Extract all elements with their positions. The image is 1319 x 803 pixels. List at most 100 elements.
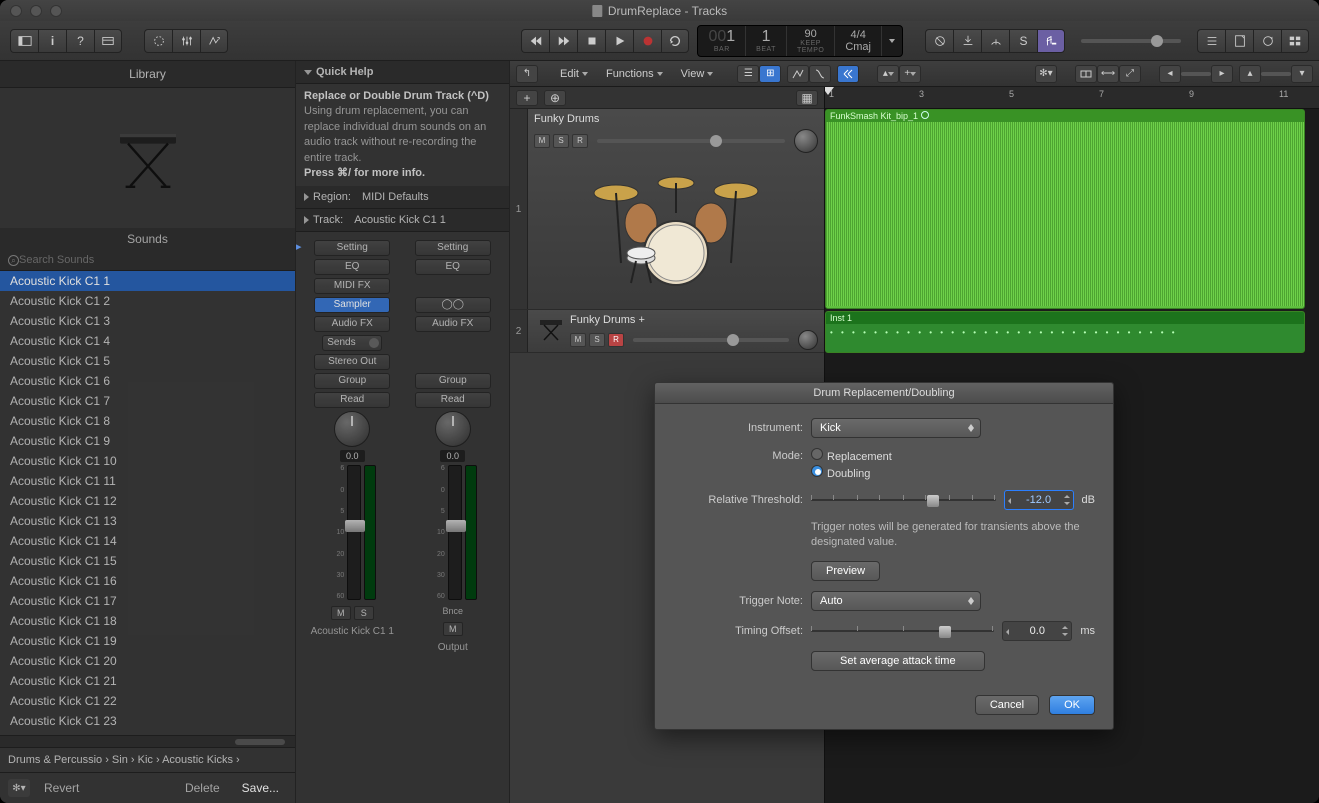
- mute-button[interactable]: M: [331, 606, 351, 620]
- audio-region[interactable]: FunkSmash Kit_bip_1: [825, 109, 1305, 309]
- minimize-window[interactable]: [30, 5, 42, 17]
- track-header-inspector[interactable]: Track: Acoustic Kick C1 1: [296, 209, 509, 232]
- back-icon[interactable]: ↰: [516, 65, 538, 83]
- settings-gear-icon[interactable]: ✻▾: [1035, 65, 1057, 83]
- sound-item[interactable]: Acoustic Kick C1 17: [0, 591, 295, 611]
- track-volume-slider[interactable]: [633, 338, 789, 342]
- output-button[interactable]: Stereo Out: [314, 354, 390, 370]
- track-pan-knob[interactable]: [794, 129, 818, 153]
- library-scrollbar[interactable]: [0, 735, 295, 747]
- replace-mode-icon[interactable]: [925, 29, 953, 53]
- vzoom-out-icon[interactable]: ▴: [1239, 65, 1261, 83]
- alt-tool-icon[interactable]: +: [899, 65, 921, 83]
- midifx-button[interactable]: MIDI FX: [314, 278, 390, 294]
- sound-item[interactable]: Acoustic Kick C1 13: [0, 511, 295, 531]
- automation-icon[interactable]: [787, 65, 809, 83]
- sound-item[interactable]: Acoustic Kick C1 23: [0, 711, 295, 731]
- preview-button[interactable]: Preview: [811, 561, 880, 581]
- setting-button[interactable]: Setting: [415, 240, 491, 256]
- mode-radio-doubling[interactable]: [811, 465, 823, 477]
- automation-button[interactable]: Read: [314, 392, 390, 408]
- sound-item[interactable]: Acoustic Kick C1 9: [0, 431, 295, 451]
- track-volume-slider[interactable]: [597, 139, 785, 143]
- group-button[interactable]: Group: [415, 373, 491, 389]
- zoom-window[interactable]: [50, 5, 62, 17]
- track-name[interactable]: Funky Drums +: [570, 314, 818, 326]
- sends-button[interactable]: Sends: [322, 335, 382, 351]
- flex-view-icon[interactable]: ⊞: [759, 65, 781, 83]
- mixer-icon[interactable]: [172, 29, 200, 53]
- global-tracks-button[interactable]: ▦: [796, 90, 818, 106]
- timeline-ruler[interactable]: 1 3 5 7 9 11: [825, 87, 1319, 109]
- vert-zoom-fit-icon[interactable]: ⤢: [1119, 65, 1141, 83]
- edit-menu[interactable]: Edit: [554, 66, 594, 82]
- setting-button[interactable]: Setting: [314, 240, 390, 256]
- sound-item[interactable]: Acoustic Kick C1 12: [0, 491, 295, 511]
- sound-item[interactable]: Acoustic Kick C1 22: [0, 691, 295, 711]
- timing-slider[interactable]: [811, 624, 994, 638]
- set-attack-button[interactable]: Set average attack time: [811, 651, 985, 671]
- master-volume-slider[interactable]: [1081, 39, 1181, 43]
- volume-fader[interactable]: [448, 465, 462, 600]
- ok-button[interactable]: OK: [1049, 695, 1095, 715]
- low-latency-icon[interactable]: [953, 29, 981, 53]
- stop-button[interactable]: [577, 29, 605, 53]
- audiofx-button[interactable]: Audio FX: [314, 316, 390, 332]
- automation-view-icon[interactable]: ☰: [737, 65, 759, 83]
- horiz-zoom-fit-icon[interactable]: ⟷: [1097, 65, 1119, 83]
- view-menu[interactable]: View: [675, 66, 720, 82]
- track-number[interactable]: 1: [510, 109, 528, 309]
- record-enable-button[interactable]: R: [572, 134, 588, 148]
- threshold-field[interactable]: -12.0: [1004, 490, 1074, 510]
- mute-button[interactable]: M: [443, 622, 463, 636]
- functions-menu[interactable]: Functions: [600, 66, 669, 82]
- instrument-select[interactable]: Kick: [811, 418, 981, 438]
- lcd-menu-icon[interactable]: [889, 39, 895, 43]
- count-in-icon[interactable]: [1037, 29, 1065, 53]
- sound-item[interactable]: Acoustic Kick C1 16: [0, 571, 295, 591]
- pointer-tool-icon[interactable]: ▴: [877, 65, 899, 83]
- cancel-button[interactable]: Cancel: [975, 695, 1039, 715]
- audiofx-button[interactable]: Audio FX: [415, 316, 491, 332]
- midi-region[interactable]: Inst 1 • • • • • • • • • • • • • • • • •…: [825, 311, 1305, 353]
- mute-button[interactable]: M: [534, 134, 550, 148]
- record-enable-button[interactable]: R: [608, 333, 624, 347]
- solo-mode-icon[interactable]: S: [1009, 29, 1037, 53]
- region-header[interactable]: Region: MIDI Defaults: [296, 186, 509, 209]
- threshold-slider[interactable]: [811, 493, 996, 507]
- quickhelp-header[interactable]: Quick Help: [296, 61, 509, 84]
- sound-item[interactable]: Acoustic Kick C1 15: [0, 551, 295, 571]
- volume-fader[interactable]: [347, 465, 361, 600]
- timing-field[interactable]: 0.0: [1002, 621, 1072, 641]
- inspector-toggle-icon[interactable]: i: [38, 29, 66, 53]
- browsers-icon[interactable]: [1281, 29, 1309, 53]
- track-header[interactable]: Funky Drums + M S R: [528, 310, 824, 352]
- sound-item[interactable]: Acoustic Kick C1 1: [0, 271, 295, 291]
- quickhelp-toggle-icon[interactable]: ?: [66, 29, 94, 53]
- sound-item[interactable]: Acoustic Kick C1 19: [0, 631, 295, 651]
- sound-item[interactable]: Acoustic Kick C1 4: [0, 331, 295, 351]
- lcd-display[interactable]: 001 Bar 1 Beat 90 KEEP Tempo 4/4 Cmaj: [697, 25, 903, 57]
- track-name[interactable]: Funky Drums: [534, 113, 818, 125]
- delete-button[interactable]: Delete: [177, 778, 228, 798]
- sound-item[interactable]: Acoustic Kick C1 5: [0, 351, 295, 371]
- sound-item[interactable]: Acoustic Kick C1 10: [0, 451, 295, 471]
- solo-button[interactable]: S: [589, 333, 605, 347]
- sound-item[interactable]: Acoustic Kick C1 6: [0, 371, 295, 391]
- record-button[interactable]: [633, 29, 661, 53]
- notepad-icon[interactable]: [1225, 29, 1253, 53]
- sound-item[interactable]: Acoustic Kick C1 11: [0, 471, 295, 491]
- vzoom-in-icon[interactable]: ▾: [1291, 65, 1313, 83]
- sound-item[interactable]: Acoustic Kick C1 21: [0, 671, 295, 691]
- snap-icon[interactable]: [1075, 65, 1097, 83]
- sound-item[interactable]: Acoustic Kick C1 20: [0, 651, 295, 671]
- trigger-note-select[interactable]: Auto: [811, 591, 981, 611]
- hzoom-in-icon[interactable]: ▸: [1211, 65, 1233, 83]
- add-track-button[interactable]: +: [516, 90, 538, 106]
- save-button[interactable]: Save...: [234, 778, 287, 798]
- cycle-button[interactable]: [661, 29, 689, 53]
- library-action-menu[interactable]: ✻▾: [8, 779, 30, 797]
- catch-playhead-icon[interactable]: [837, 65, 859, 83]
- db-readout[interactable]: 0.0: [440, 450, 465, 462]
- solo-button[interactable]: S: [354, 606, 374, 620]
